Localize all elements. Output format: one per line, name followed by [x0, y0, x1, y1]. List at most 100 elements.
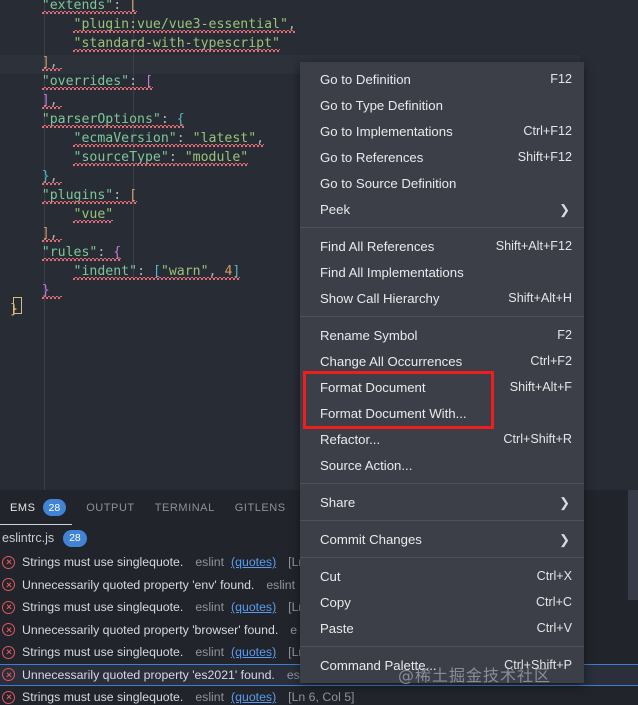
menu-item-go-to-type-definition[interactable]: Go to Type Definition — [300, 92, 584, 118]
menu-item-label: Go to Source Definition — [320, 175, 457, 191]
text-cursor — [13, 297, 22, 314]
menu-item-label: Commit Changes — [320, 531, 422, 547]
panel-scrollbar[interactable] — [628, 490, 638, 705]
menu-item-label: Go to References — [320, 149, 424, 165]
menu-item-go-to-source-definition[interactable]: Go to Source Definition — [300, 170, 584, 196]
problem-message: Strings must use singlequote. — [22, 600, 184, 615]
panel-tab-terminal[interactable]: TERMINAL — [145, 490, 225, 525]
error-icon — [2, 645, 15, 659]
watermark: @稀土掘金技术社区 — [398, 666, 552, 685]
menu-item-share[interactable]: Share ❯ — [300, 489, 584, 515]
panel-tab-ems[interactable]: EMS 28 — [0, 490, 76, 525]
menu-item-shortcut: Ctrl+C — [535, 595, 572, 609]
problem-message: Strings must use singlequote. — [22, 555, 184, 570]
menu-item-cut[interactable]: Cut Ctrl+X — [300, 563, 584, 589]
code-line: }, — [0, 167, 296, 186]
code-line: ], — [0, 53, 296, 72]
problem-location: [Ln 6, Col 5] — [288, 690, 355, 705]
code-line: } — [0, 300, 296, 319]
code-line: "indent": ["warn", 4] — [0, 262, 296, 281]
problem-rule-link[interactable]: (quotes) — [231, 555, 276, 569]
problem-rule-link[interactable]: (quotes) — [231, 690, 276, 704]
menu-item-find-all-implementations[interactable]: Find All Implementations — [300, 259, 584, 285]
panel-tab-label: OUTPUT — [86, 501, 135, 514]
code-lines: "extends": [ "plugin:vue/vue3-essential"… — [0, 0, 296, 319]
menu-item-shortcut: F2 — [557, 328, 572, 342]
chevron-right-icon: ❯ — [559, 531, 570, 547]
menu-item-go-to-implementations[interactable]: Go to Implementations Ctrl+F12 — [300, 118, 584, 144]
chevron-right-icon: ❯ — [559, 494, 570, 510]
menu-item-format-document[interactable]: Format Document Shift+Alt+F — [300, 374, 584, 400]
menu-item-shortcut: Ctrl+X — [536, 569, 572, 583]
menu-separator — [300, 557, 584, 558]
menu-item-label: Go to Type Definition — [320, 97, 443, 113]
menu-item-copy[interactable]: Copy Ctrl+C — [300, 589, 584, 615]
menu-item-commit-changes[interactable]: Commit Changes ❯ — [300, 526, 584, 552]
menu-item-change-all-occurrences[interactable]: Change All Occurrences Ctrl+F2 — [300, 348, 584, 374]
panel-scrollbar-thumb[interactable] — [628, 490, 638, 600]
problem-row[interactable]: Strings must use singlequote. eslint (quot… — [0, 686, 638, 705]
chevron-right-icon: ❯ — [559, 201, 570, 217]
problem-source: es — [286, 667, 300, 682]
menu-item-label: Find All Implementations — [320, 264, 464, 280]
menu-item-go-to-references[interactable]: Go to References Shift+F12 — [300, 144, 584, 170]
menu-item-find-all-references[interactable]: Find All References Shift+Alt+F12 — [300, 233, 584, 259]
menu-item-shortcut: Ctrl+F2 — [530, 354, 572, 368]
menu-item-refactor[interactable]: Refactor... Ctrl+Shift+R — [300, 426, 584, 452]
menu-separator — [300, 646, 584, 647]
error-icon — [2, 668, 15, 682]
menu-item-source-action[interactable]: Source Action... — [300, 452, 584, 478]
menu-item-label: Cut — [320, 568, 341, 584]
menu-item-rename-symbol[interactable]: Rename Symbol F2 — [300, 322, 584, 348]
problem-rule-link[interactable]: (quotes) — [231, 645, 276, 659]
problem-source: eslint — [195, 645, 225, 660]
code-line: "overrides": [ — [0, 72, 296, 91]
menu-item-label: Find All References — [320, 238, 435, 254]
menu-item-go-to-definition[interactable]: Go to Definition F12 — [300, 66, 584, 92]
code-line: "extends": [ — [0, 0, 296, 15]
panel-tab-label: TERMINAL — [154, 501, 215, 514]
menu-item-format-document-with[interactable]: Format Document With... — [300, 400, 584, 426]
file-name: eslintrc.js — [2, 531, 55, 545]
menu-item-shortcut: Shift+Alt+F12 — [495, 239, 572, 253]
menu-item-shortcut: Shift+Alt+H — [508, 291, 572, 305]
menu-item-show-call-hierarchy[interactable]: Show Call Hierarchy Shift+Alt+H — [300, 285, 584, 311]
error-icon — [2, 600, 15, 614]
menu-item-label: Format Document With... — [320, 405, 467, 421]
menu-item-label: Change All Occurrences — [320, 353, 463, 369]
panel-tab-output[interactable]: OUTPUT — [76, 490, 145, 525]
problem-message: Unnecessarily quoted property 'es2021' f… — [22, 667, 275, 682]
panel-tab-label: EMS — [10, 501, 36, 514]
menu-item-peek[interactable]: Peek ❯ — [300, 196, 584, 222]
menu-separator — [300, 316, 584, 317]
file-problem-count: 28 — [63, 529, 87, 547]
menu-item-label: Refactor... — [320, 431, 381, 447]
problem-source: e — [290, 622, 298, 637]
problem-message: Strings must use singlequote. — [22, 690, 184, 705]
error-icon — [2, 578, 15, 592]
vscode-window: "extends": [ "plugin:vue/vue3-essential"… — [0, 0, 638, 705]
menu-item-label: Show Call Hierarchy — [320, 290, 440, 306]
editor-context-menu[interactable]: Go to Definition F12 Go to Type Definition… — [300, 62, 584, 683]
panel-tab-gitlens[interactable]: GITLENS — [225, 490, 296, 525]
menu-separator — [300, 227, 584, 228]
menu-item-label: Paste — [320, 620, 354, 636]
menu-item-shortcut: Ctrl+Shift+R — [503, 432, 572, 446]
problem-rule-link[interactable]: (quotes) — [231, 600, 276, 614]
code-line: "ecmaVersion": "latest", — [0, 129, 296, 148]
error-icon — [2, 555, 15, 569]
panel-tab-label: GITLENS — [234, 501, 286, 514]
menu-item-label: Source Action... — [320, 457, 413, 473]
menu-item-paste[interactable]: Paste Ctrl+V — [300, 615, 584, 641]
code-line: ], — [0, 91, 296, 110]
error-icon — [2, 623, 15, 637]
